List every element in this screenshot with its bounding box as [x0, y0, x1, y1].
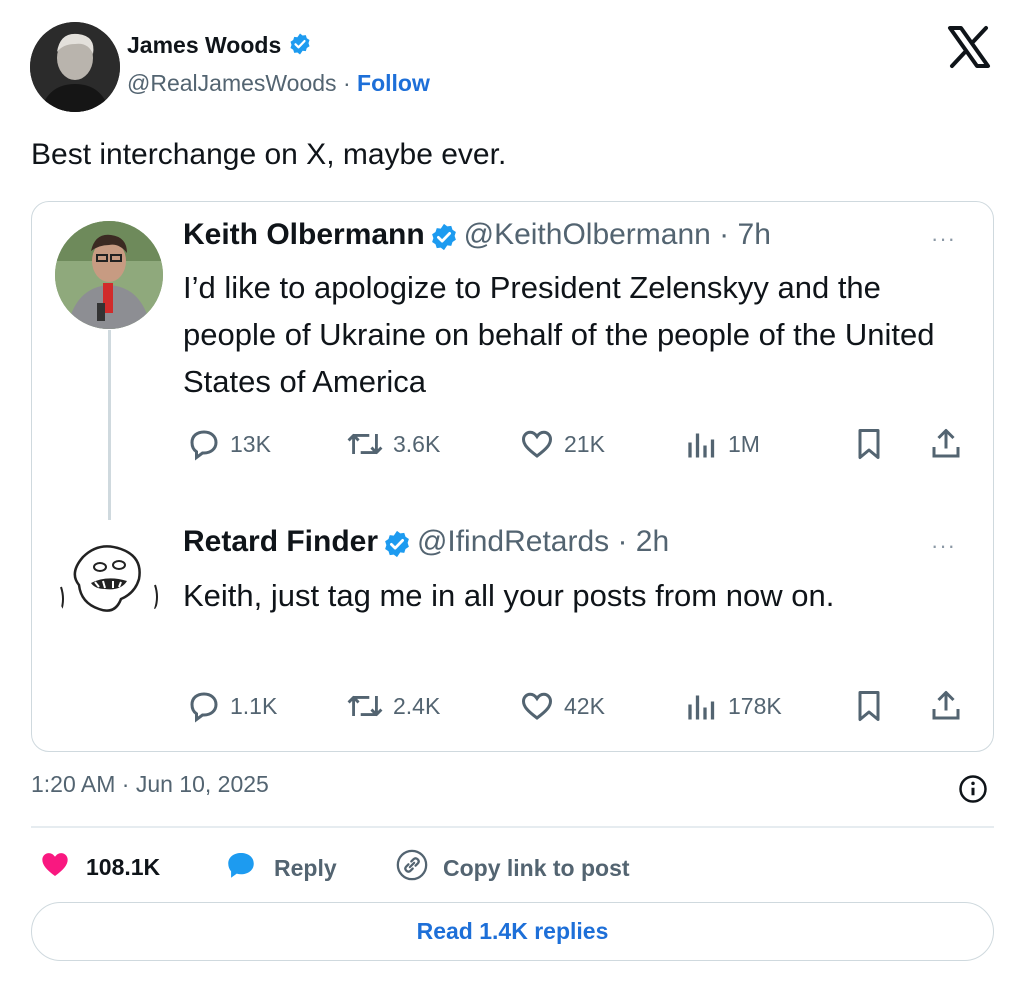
repost-count: 2.4K	[393, 692, 441, 719]
follow-button[interactable]: Follow	[357, 70, 430, 96]
views-count: 1M	[728, 430, 760, 457]
reply-count: 1.1K	[230, 692, 278, 719]
reply-count: 13K	[230, 430, 271, 457]
like-metric[interactable]: 21K	[518, 426, 605, 462]
speech-bubble-icon	[186, 688, 222, 724]
reply-metric[interactable]: 13K	[186, 426, 271, 462]
quoted-header-2: Retard Finder @IfindRetards · 2h	[183, 525, 669, 564]
like-metric[interactable]: 42K	[518, 688, 605, 724]
heart-icon	[518, 426, 556, 462]
repost-icon	[345, 688, 385, 724]
quoted-author-name[interactable]: Retard Finder	[183, 525, 378, 558]
share-icon[interactable]	[928, 426, 964, 462]
bookmark-icon[interactable]	[851, 688, 887, 724]
quoted-author-name[interactable]: Keith Olbermann	[183, 218, 425, 251]
quoted-author-handle[interactable]: @KeithOlbermann · 7h	[464, 218, 771, 251]
share-icon[interactable]	[928, 688, 964, 724]
like-button[interactable]: 108.1K	[38, 848, 160, 886]
speech-bubble-icon	[186, 426, 222, 462]
views-count: 178K	[728, 692, 782, 719]
reply-button[interactable]: Reply	[222, 848, 337, 888]
verified-badge-icon	[288, 32, 312, 62]
bar-chart-icon	[684, 426, 720, 462]
post-text: Best interchange on X, maybe ever.	[31, 138, 507, 171]
repost-metric[interactable]: 2.4K	[345, 688, 440, 724]
x-logo-icon[interactable]	[944, 22, 994, 72]
repost-count: 3.6K	[393, 430, 441, 457]
author-avatar[interactable]	[30, 22, 120, 112]
author-name[interactable]: James Woods	[127, 32, 312, 62]
copy-link-button[interactable]: Copy link to post	[395, 848, 630, 888]
bookmark-icon[interactable]	[851, 426, 887, 462]
heart-icon	[38, 848, 72, 886]
thread-connector	[108, 330, 111, 520]
copy-link-label: Copy link to post	[443, 854, 630, 881]
post-timestamp[interactable]: 1:20 AM · Jun 10, 2025	[31, 771, 269, 798]
quoted-avatar-olbermann[interactable]	[55, 221, 163, 329]
separator: ·	[342, 70, 351, 96]
quoted-header-1: Keith Olbermann @KeithOlbermann · 7h	[183, 218, 771, 257]
read-replies-button[interactable]: Read 1.4K replies	[31, 902, 994, 961]
reply-metric[interactable]: 1.1K	[186, 688, 277, 724]
heart-icon	[518, 688, 556, 724]
more-options-icon[interactable]: ···	[931, 226, 956, 252]
verified-badge-icon	[382, 529, 412, 564]
divider	[31, 826, 994, 828]
repost-metric[interactable]: 3.6K	[345, 426, 440, 462]
quoted-text: I’d like to apologize to President Zelen…	[183, 270, 935, 399]
info-icon[interactable]	[958, 774, 988, 804]
author-name-text: James Woods	[127, 32, 282, 59]
repost-icon	[345, 426, 385, 462]
quoted-avatar-retardfinder[interactable]	[55, 527, 163, 635]
views-metric[interactable]: 1M	[684, 426, 760, 462]
quoted-author-handle[interactable]: @IfindRetards · 2h	[417, 525, 669, 558]
verified-badge-icon	[429, 222, 459, 257]
quoted-text: Keith, just tag me in all your posts fro…	[183, 578, 835, 613]
like-count: 42K	[564, 692, 605, 719]
speech-bubble-icon	[222, 848, 260, 888]
more-options-icon[interactable]: ···	[931, 533, 956, 559]
link-icon	[395, 848, 429, 888]
author-handle[interactable]: @RealJamesWoods	[127, 70, 337, 96]
author-handle-line: @RealJamesWoods · Follow	[127, 70, 430, 97]
like-count: 21K	[564, 430, 605, 457]
views-metric[interactable]: 178K	[684, 688, 782, 724]
reply-label: Reply	[274, 854, 337, 881]
bar-chart-icon	[684, 688, 720, 724]
like-count: 108.1K	[86, 853, 161, 880]
